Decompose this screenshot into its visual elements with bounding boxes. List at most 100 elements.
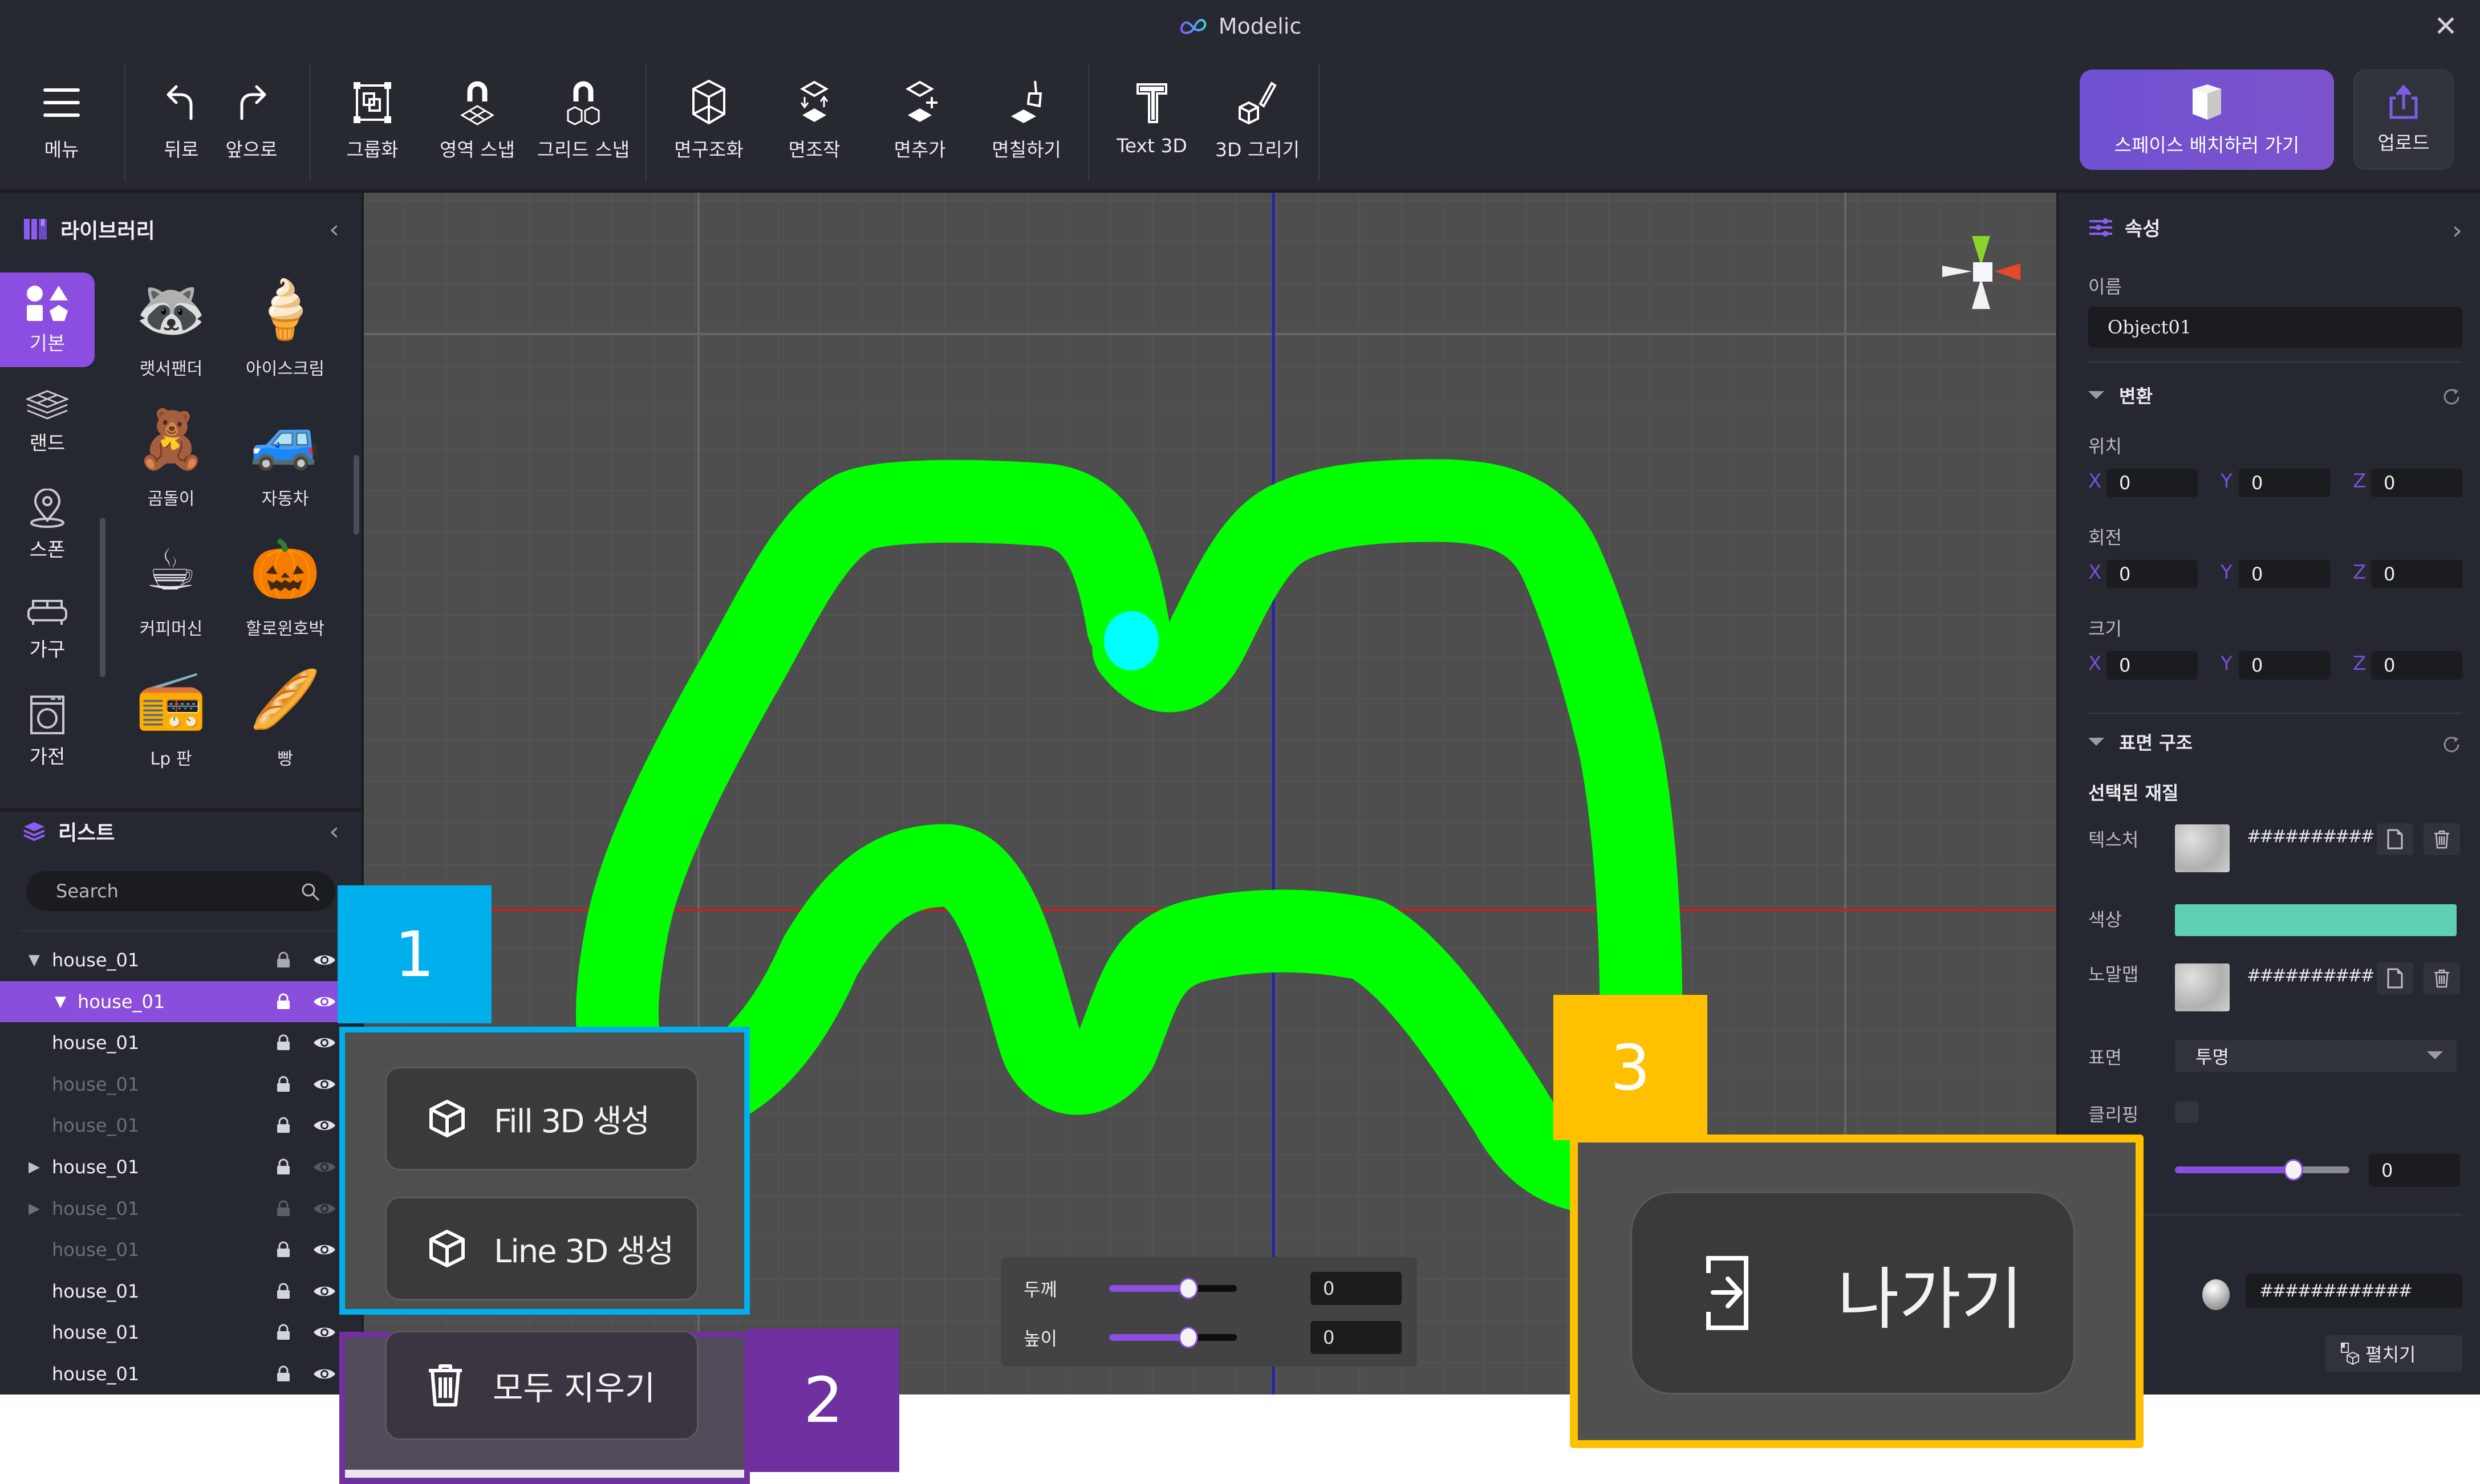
- delete-normal-map-button[interactable]: [2424, 962, 2460, 994]
- thickness-input[interactable]: 0: [1310, 1272, 1402, 1305]
- list-item[interactable]: house_01: [0, 1064, 362, 1105]
- redo-button[interactable]: 앞으로: [203, 76, 300, 162]
- library-item[interactable]: 🦝 랫서팬더: [114, 273, 228, 392]
- face-edit-button[interactable]: 면조작: [766, 76, 863, 162]
- face-structure-button[interactable]: 면구조화: [660, 76, 757, 162]
- lock-icon[interactable]: [275, 1117, 292, 1134]
- import-normal-map-button[interactable]: [2377, 962, 2413, 994]
- surface-type-select[interactable]: 투명: [2175, 1040, 2457, 1072]
- lock-icon[interactable]: [275, 1324, 292, 1341]
- exit-button[interactable]: 나가기: [1630, 1192, 2075, 1394]
- visibility-eye-icon[interactable]: [312, 993, 336, 1010]
- height-slider[interactable]: [1109, 1327, 1237, 1348]
- library-item[interactable]: 🥖 빵: [228, 662, 342, 782]
- scale-z-input[interactable]: 0: [2371, 651, 2462, 680]
- visibility-eye-icon[interactable]: [312, 1283, 336, 1300]
- category-basic[interactable]: 기본: [0, 273, 95, 367]
- library-item[interactable]: 🧸 곰돌이: [114, 402, 228, 522]
- clipping-checkbox[interactable]: [2175, 1101, 2199, 1123]
- face-add-button[interactable]: 면추가: [871, 76, 968, 162]
- draw-3d-button[interactable]: 3D 그리기: [1209, 76, 1306, 162]
- list-item[interactable]: house_01: [0, 1229, 362, 1270]
- category-scrollbar[interactable]: [100, 518, 105, 677]
- library-item[interactable]: 📻 Lp 판: [114, 662, 228, 782]
- visibility-eye-icon[interactable]: [312, 1076, 336, 1093]
- rotation-x-input[interactable]: 0: [2106, 560, 2198, 588]
- visibility-eye-icon[interactable]: [312, 1158, 336, 1176]
- rotation-z-input[interactable]: 0: [2371, 560, 2462, 588]
- lock-icon[interactable]: [275, 1283, 292, 1300]
- environment-input[interactable]: ############: [2246, 1274, 2462, 1308]
- list-search-field[interactable]: [26, 871, 335, 911]
- slider-knob[interactable]: [1178, 1278, 1198, 1299]
- scale-x-input[interactable]: 0: [2106, 651, 2198, 680]
- visibility-eye-icon[interactable]: [312, 952, 336, 969]
- category-appliance[interactable]: 가전: [0, 684, 95, 779]
- category-land[interactable]: 랜드: [0, 375, 95, 470]
- collapse-properties-button[interactable]: ›: [2446, 213, 2469, 247]
- list-item[interactable]: house_01: [0, 1271, 362, 1312]
- list-item[interactable]: ▼ house_01: [0, 940, 362, 981]
- delete-texture-button[interactable]: [2424, 823, 2460, 855]
- collapse-library-button[interactable]: ‹: [323, 212, 346, 246]
- unfold-uv-button[interactable]: 펼치기: [2325, 1335, 2462, 1372]
- visibility-eye-icon[interactable]: [312, 1365, 336, 1383]
- rotation-y-input[interactable]: 0: [2239, 560, 2330, 588]
- lock-icon[interactable]: [275, 1076, 292, 1093]
- category-spawn[interactable]: 스폰: [0, 478, 95, 572]
- visibility-eye-icon[interactable]: [312, 1034, 336, 1051]
- reset-transform-icon[interactable]: [2440, 385, 2463, 408]
- surface-section-header[interactable]: 표면 구조: [2088, 729, 2193, 755]
- lock-icon[interactable]: [275, 1034, 292, 1051]
- import-texture-button[interactable]: [2377, 823, 2413, 855]
- position-y-input[interactable]: 0: [2239, 469, 2330, 497]
- category-furniture[interactable]: 가구: [0, 582, 95, 676]
- area-snap-button[interactable]: 영역 스냅: [429, 76, 526, 162]
- group-button[interactable]: 그룹화: [324, 76, 421, 162]
- library-item[interactable]: 🚙 자동차: [228, 402, 342, 522]
- height-input[interactable]: 0: [1310, 1321, 1402, 1354]
- visibility-eye-icon[interactable]: [312, 1241, 336, 1258]
- list-item[interactable]: house_01: [0, 1353, 362, 1394]
- collapse-list-button[interactable]: ‹: [323, 814, 346, 848]
- library-scrollbar[interactable]: [354, 455, 359, 535]
- normal-map-thumbnail[interactable]: [2175, 963, 2230, 1011]
- close-window-button[interactable]: ✕: [2428, 8, 2464, 44]
- menu-button[interactable]: 메뉴: [13, 76, 110, 162]
- scale-y-input[interactable]: 0: [2239, 651, 2330, 680]
- expand-caret-down-icon[interactable]: ▼: [29, 952, 40, 969]
- opacity-slider[interactable]: [2175, 1159, 2349, 1181]
- list-item[interactable]: house_01: [0, 1022, 362, 1063]
- lock-icon[interactable]: [275, 1200, 292, 1217]
- list-item[interactable]: ▶ house_01: [0, 1188, 362, 1229]
- library-item[interactable]: ☕ 커피머신: [114, 532, 228, 652]
- thickness-slider[interactable]: [1109, 1278, 1237, 1299]
- clear-all-button[interactable]: 모두 지우기: [385, 1331, 699, 1440]
- search-input[interactable]: [56, 880, 295, 902]
- position-z-input[interactable]: 0: [2371, 469, 2462, 497]
- texture-thumbnail[interactable]: [2175, 824, 2230, 872]
- text-3d-button[interactable]: Text 3D: [1103, 76, 1200, 157]
- expand-caret-right-icon[interactable]: ▶: [29, 1200, 40, 1217]
- lock-icon[interactable]: [275, 993, 292, 1010]
- expand-caret-right-icon[interactable]: ▶: [29, 1158, 40, 1176]
- face-paint-button[interactable]: 면칠하기: [978, 76, 1075, 162]
- object-name-input[interactable]: Object01: [2088, 307, 2462, 348]
- color-picker-bar[interactable]: [2175, 904, 2457, 936]
- search-icon[interactable]: [300, 881, 320, 902]
- library-item[interactable]: 🎃 할로윈호박: [228, 532, 342, 652]
- lock-icon[interactable]: [275, 1158, 292, 1176]
- line-3d-create-button[interactable]: Line 3D 생성: [385, 1197, 699, 1300]
- upload-button[interactable]: 업로드: [2353, 70, 2454, 170]
- lock-icon[interactable]: [275, 952, 292, 969]
- reset-surface-icon[interactable]: [2440, 733, 2463, 756]
- lock-icon[interactable]: [275, 1365, 292, 1383]
- lock-icon[interactable]: [275, 1241, 292, 1258]
- slider-knob[interactable]: [2284, 1159, 2304, 1181]
- list-item[interactable]: ▶ house_01: [0, 1146, 362, 1188]
- slider-knob[interactable]: [1178, 1327, 1198, 1348]
- library-item[interactable]: 🍦 아이스크림: [228, 273, 342, 392]
- list-item[interactable]: house_01: [0, 1312, 362, 1353]
- visibility-eye-icon[interactable]: [312, 1200, 336, 1217]
- position-x-input[interactable]: 0: [2106, 469, 2198, 497]
